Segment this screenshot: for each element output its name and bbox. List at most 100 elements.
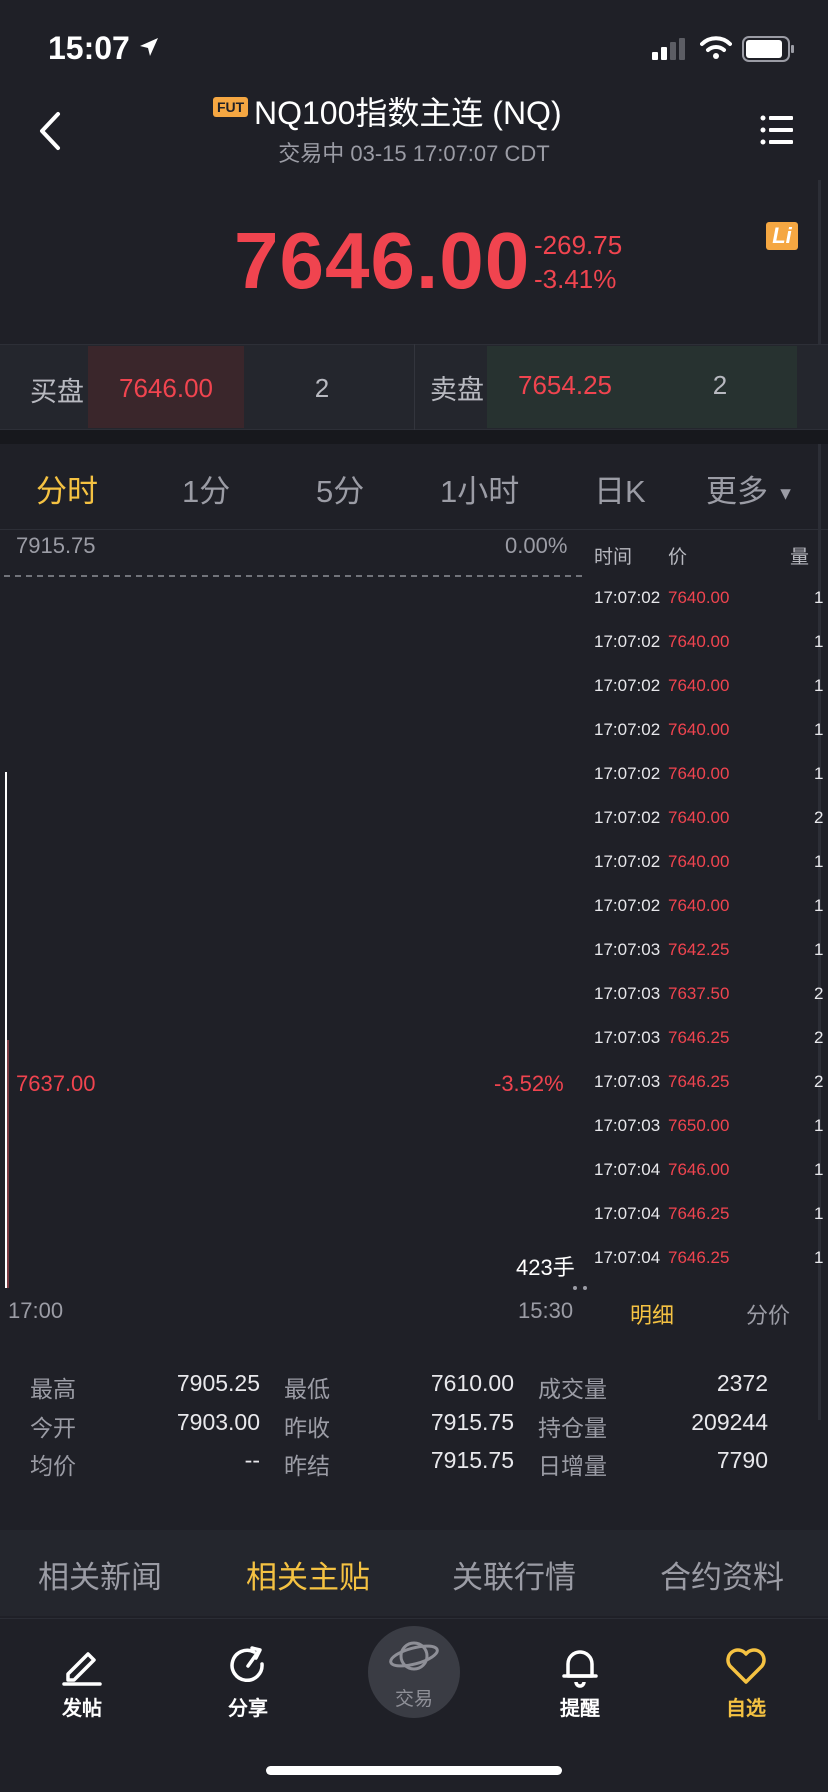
tick-volume: 2 [814,984,824,1003]
tick-price: 7646.25 [668,1028,730,1047]
intraday-chart[interactable] [0,560,590,1290]
nav-watchlist-label: 自选 [726,1698,766,1720]
nav-post-button[interactable]: 发帖 [32,1640,132,1720]
chart-high-percent: 0.00% [505,533,568,558]
stat-label-volume: 成交量 [538,1376,607,1402]
tab-related-posts[interactable]: 相关主贴 [246,1552,370,1597]
bid-size: 2 [314,373,330,403]
tick-volume: 1 [814,764,824,783]
tick-price: 7650.00 [668,1116,730,1135]
nav-share-button[interactable]: 分享 [198,1640,298,1720]
menu-icon[interactable] [760,114,794,146]
tab-5min[interactable]: 5分 [316,466,364,511]
bell-icon [562,1650,598,1688]
tab-1hour[interactable]: 1小时 [440,466,519,511]
divider [0,529,828,530]
tick-time: 17:07:03 [594,940,661,959]
tick-row: 17:07:02 7640.00 1 [594,852,828,896]
tab-contract-info[interactable]: 合约资料 [660,1552,784,1597]
tab-intraday[interactable]: 分时 [36,466,98,511]
tick-volume: 1 [814,632,824,651]
bid-label: 买盘 [30,377,84,407]
tab-more[interactable]: 更多 ▼ [706,466,794,511]
tick-time: 17:07:02 [594,896,661,915]
stat-low: 7610.00 [430,1370,514,1396]
tick-volume: 1 [814,1160,824,1179]
tick-volume: 2 [814,1028,824,1047]
tick-price: 7646.25 [668,1204,730,1223]
tab-linked-quotes[interactable]: 关联行情 [452,1552,576,1597]
tick-volume: 2 [814,808,824,827]
stat-label-avg: 均价 [30,1453,76,1479]
tick-header-price: 价 [668,547,688,568]
nav-watchlist-button[interactable]: 自选 [696,1640,796,1720]
tick-volume: 1 [814,940,824,959]
tick-price: 7640.00 [668,588,730,607]
tick-price: 7640.00 [668,720,730,739]
tab-price-split[interactable]: 分价 [746,1298,790,1330]
last-price: 7646.00 [234,216,531,305]
chart-low-price: 7637.00 [16,1071,96,1096]
status-time: 15:07 [48,30,130,66]
chart-high-price: 7915.75 [16,533,96,558]
nav-share-label: 分享 [228,1698,268,1720]
stat-label-low: 最低 [284,1376,330,1402]
stat-label-open: 今开 [30,1415,76,1441]
stat-label-prev-settle: 昨结 [284,1453,330,1479]
tick-volume: 1 [814,1204,824,1223]
tick-row: 17:07:02 7640.00 1 [594,632,828,676]
ask-size: 2 [712,370,728,400]
home-indicator[interactable] [266,1766,562,1775]
tab-1min[interactable]: 1分 [182,466,230,511]
stat-label-daily-increase: 日增量 [538,1453,607,1479]
tab-daily-k[interactable]: 日K [594,466,646,511]
tick-price: 7640.00 [668,808,730,827]
tick-price: 7640.00 [668,896,730,915]
pen-icon [62,1652,102,1686]
pagination-dot [583,1286,587,1290]
planet-icon [389,1641,439,1671]
stat-prev-settle: 7915.75 [430,1447,514,1473]
tick-price: 7640.00 [668,632,730,651]
tick-time: 17:07:03 [594,1028,661,1047]
tick-time: 17:07:02 [594,632,661,651]
tick-row: 17:07:02 7640.00 1 [594,588,828,632]
tick-row: 17:07:03 7650.00 1 [594,1116,828,1160]
tick-time: 17:07:03 [594,984,661,1003]
caret-down-icon: ▼ [776,483,795,504]
tick-time: 17:07:03 [594,1116,661,1135]
level-info-button[interactable]: Li [766,222,798,250]
tick-row: 17:07:03 7646.25 2 [594,1072,828,1116]
tick-row: 17:07:02 7640.00 1 [594,764,828,808]
tick-list[interactable]: 17:07:02 7640.00 1 17:07:02 7640.00 1 17:07:02… [594,588,828,1292]
tab-related-news[interactable]: 相关新闻 [38,1552,162,1597]
tick-volume: 1 [814,1116,824,1135]
tick-volume: 1 [814,720,824,739]
stat-volume: 2372 [716,1370,768,1396]
divider [414,344,415,430]
ask-label: 卖盘 [430,375,484,405]
tick-header-time: 时间 [594,547,633,568]
tab-tick-detail[interactable]: 明细 [630,1298,674,1330]
nav-alert-button[interactable]: 提醒 [530,1640,630,1720]
signal-icon [652,38,685,60]
stat-label-open-interest: 持仓量 [538,1415,607,1441]
tick-volume: 1 [814,588,824,607]
tick-time: 17:07:02 [594,588,661,607]
chart-volume: 423手 [516,1255,575,1280]
bid-price: 7646.00 [119,373,213,403]
nav-alert-label: 提醒 [560,1698,600,1720]
axis-start-time: 17:00 [8,1298,64,1323]
location-arrow-icon [140,38,158,56]
tick-row: 17:07:02 7640.00 1 [594,720,828,764]
price-change-percent: -3.41% [534,264,617,294]
heart-icon [726,1648,766,1684]
stat-open-interest: 209244 [691,1409,768,1435]
tick-volume: 1 [814,676,824,695]
ask-price: 7654.25 [518,370,612,400]
page-title: NQ100指数主连 (NQ) [254,95,562,131]
tick-price: 7640.00 [668,764,730,783]
nav-trade-label: 交易 [394,1689,433,1710]
tick-row: 17:07:02 7640.00 2 [594,808,828,852]
nav-post-label: 发帖 [62,1698,102,1720]
